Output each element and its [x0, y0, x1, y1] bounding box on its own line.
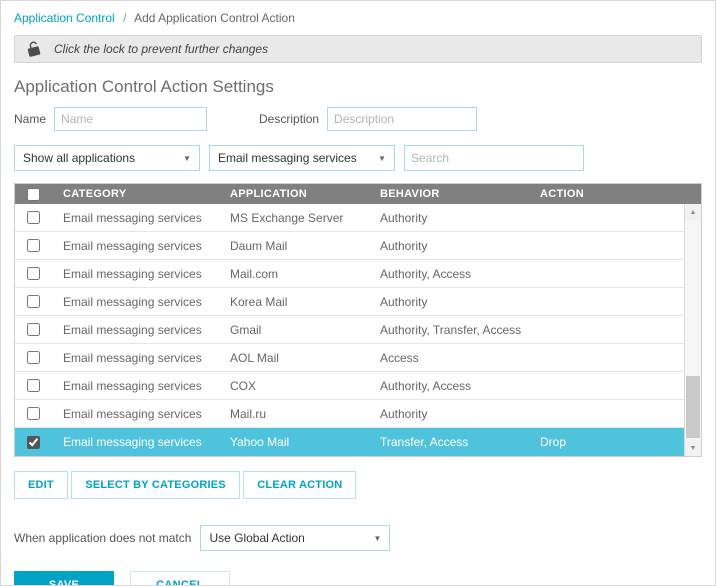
name-label: Name — [14, 112, 46, 126]
category-filter-select[interactable]: Email messaging services ▼ — [209, 145, 395, 171]
row-checkbox[interactable] — [27, 436, 40, 449]
category-filter-value: Email messaging services — [218, 151, 357, 165]
scrollbar-track[interactable] — [685, 220, 701, 440]
filter-row: Show all applications ▼ Email messaging … — [14, 145, 702, 171]
applications-table: CATEGORY APPLICATION BEHAVIOR ACTION Ema… — [14, 183, 702, 457]
cell-action: Drop — [528, 435, 684, 449]
global-action-value: Use Global Action — [209, 531, 304, 545]
row-checkbox[interactable] — [27, 323, 40, 336]
cell-behavior: Authority — [368, 211, 528, 225]
breadcrumb: Application Control / Add Application Co… — [14, 11, 702, 25]
edit-button[interactable]: EDIT — [14, 471, 68, 499]
cell-category: Email messaging services — [51, 407, 218, 421]
unlock-icon[interactable] — [25, 41, 42, 58]
table-row[interactable]: Email messaging services Daum Mail Autho… — [15, 232, 684, 260]
cell-application: COX — [218, 379, 368, 393]
cell-behavior: Authority, Access — [368, 267, 528, 281]
select-by-categories-button[interactable]: SELECT BY CATEGORIES — [71, 471, 240, 499]
application-filter-select[interactable]: Show all applications ▼ — [14, 145, 200, 171]
breadcrumb-current: Add Application Control Action — [134, 11, 295, 25]
cell-behavior: Authority, Transfer, Access — [368, 323, 528, 337]
table-action-buttons: EDIT SELECT BY CATEGORIES CLEAR ACTION — [14, 471, 702, 499]
cell-application: Mail.com — [218, 267, 368, 281]
table-scrollbar[interactable]: ▲ ▼ — [684, 204, 701, 456]
description-input[interactable] — [327, 107, 477, 131]
table-row[interactable]: Email messaging services Mail.com Author… — [15, 260, 684, 288]
cell-category: Email messaging services — [51, 323, 218, 337]
select-all-checkbox[interactable] — [27, 188, 40, 201]
no-match-label: When application does not match — [14, 531, 191, 545]
breadcrumb-separator: / — [123, 11, 126, 25]
row-checkbox[interactable] — [27, 239, 40, 252]
no-match-row: When application does not match Use Glob… — [14, 525, 702, 551]
chevron-down-icon: ▼ — [374, 534, 382, 543]
cell-category: Email messaging services — [51, 211, 218, 225]
cell-category: Email messaging services — [51, 379, 218, 393]
cell-category: Email messaging services — [51, 239, 218, 253]
table-row[interactable]: Email messaging services Korea Mail Auth… — [15, 288, 684, 316]
cell-application: Gmail — [218, 323, 368, 337]
description-label: Description — [259, 112, 319, 126]
table-row[interactable]: Email messaging services Gmail Authority… — [15, 316, 684, 344]
row-checkbox[interactable] — [27, 351, 40, 364]
cell-behavior: Access — [368, 351, 528, 365]
application-filter-value: Show all applications — [23, 151, 135, 165]
table-row[interactable]: Email messaging services Mail.ru Authori… — [15, 400, 684, 428]
row-checkbox[interactable] — [27, 211, 40, 224]
table-row[interactable]: Email messaging services COX Authority, … — [15, 372, 684, 400]
cell-behavior: Transfer, Access — [368, 435, 528, 449]
scrollbar-thumb[interactable] — [686, 376, 700, 438]
name-input[interactable] — [54, 107, 207, 131]
row-checkbox[interactable] — [27, 267, 40, 280]
scroll-up-icon[interactable]: ▲ — [685, 204, 701, 220]
cell-category: Email messaging services — [51, 267, 218, 281]
lock-banner: Click the lock to prevent further change… — [14, 35, 702, 63]
table-header-row: CATEGORY APPLICATION BEHAVIOR ACTION — [15, 184, 701, 204]
cell-behavior: Authority — [368, 295, 528, 309]
table-row[interactable]: Email messaging services AOL Mail Access — [15, 344, 684, 372]
name-description-row: Name Description — [14, 107, 702, 131]
chevron-down-icon: ▼ — [183, 154, 191, 163]
table-body: Email messaging services MS Exchange Ser… — [15, 204, 701, 456]
cell-category: Email messaging services — [51, 351, 218, 365]
cell-application: Yahoo Mail — [218, 435, 368, 449]
search-input[interactable] — [404, 145, 584, 171]
cell-category: Email messaging services — [51, 295, 218, 309]
page-title: Application Control Action Settings — [14, 77, 702, 97]
footer-buttons: SAVE CANCEL — [14, 571, 702, 586]
row-checkbox[interactable] — [27, 295, 40, 308]
table-row[interactable]: Email messaging services MS Exchange Ser… — [15, 204, 684, 232]
cell-behavior: Authority — [368, 239, 528, 253]
global-action-select[interactable]: Use Global Action ▼ — [200, 525, 390, 551]
cancel-button[interactable]: CANCEL — [130, 571, 230, 586]
table-row-selected[interactable]: Email messaging services Yahoo Mail Tran… — [15, 428, 684, 456]
column-header-behavior: BEHAVIOR — [368, 188, 528, 200]
cell-behavior: Authority — [368, 407, 528, 421]
chevron-down-icon: ▼ — [378, 154, 386, 163]
column-header-action: ACTION — [528, 188, 701, 200]
scroll-down-icon[interactable]: ▼ — [685, 440, 701, 456]
lock-banner-text: Click the lock to prevent further change… — [54, 42, 268, 56]
cell-behavior: Authority, Access — [368, 379, 528, 393]
application-control-page: Application Control / Add Application Co… — [0, 0, 716, 586]
clear-action-button[interactable]: CLEAR ACTION — [243, 471, 356, 499]
cell-application: Daum Mail — [218, 239, 368, 253]
save-button[interactable]: SAVE — [14, 571, 114, 586]
row-checkbox[interactable] — [27, 379, 40, 392]
cell-category: Email messaging services — [51, 435, 218, 449]
cell-application: MS Exchange Server — [218, 211, 368, 225]
column-header-category: CATEGORY — [51, 188, 218, 200]
breadcrumb-link-application-control[interactable]: Application Control — [14, 11, 115, 25]
row-checkbox[interactable] — [27, 407, 40, 420]
cell-application: Korea Mail — [218, 295, 368, 309]
cell-application: AOL Mail — [218, 351, 368, 365]
cell-application: Mail.ru — [218, 407, 368, 421]
column-header-application: APPLICATION — [218, 188, 368, 200]
